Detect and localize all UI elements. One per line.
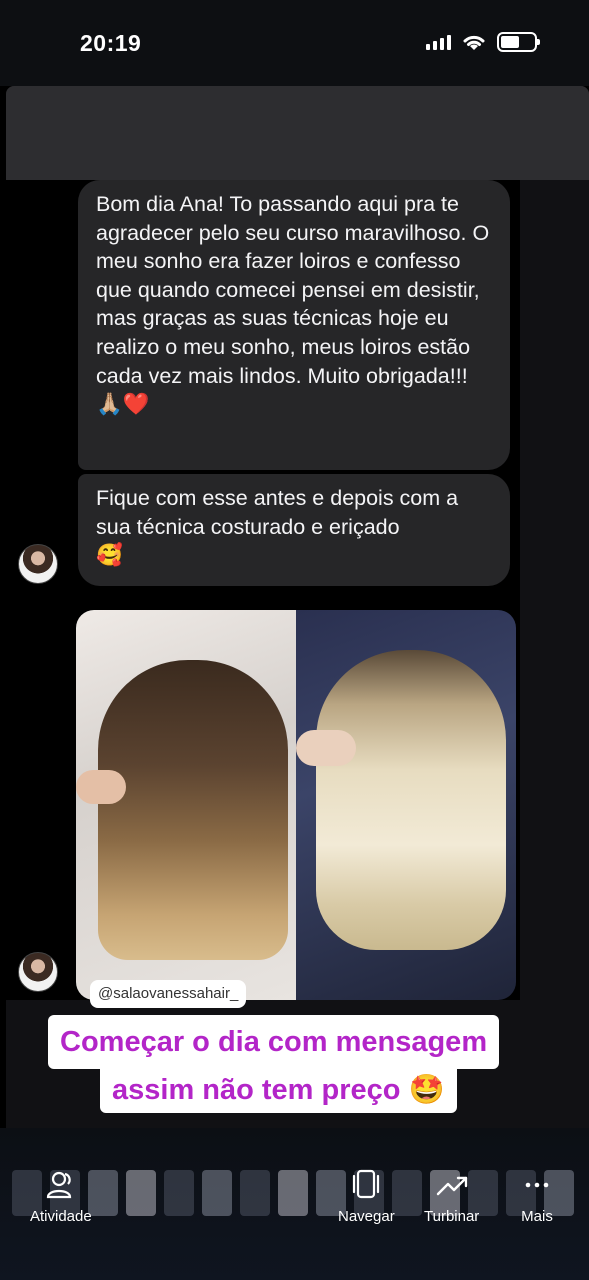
nav-mais-button[interactable]: Mais <box>520 1168 554 1225</box>
phone-frame-icon <box>353 1169 380 1199</box>
message-bubble: Fique com esse antes e depois com a sua … <box>78 474 510 586</box>
status-time: 20:19 <box>80 30 142 56</box>
nav-turbinar-button[interactable]: Turbinar <box>424 1168 479 1225</box>
story-thumbnail[interactable] <box>164 1170 194 1216</box>
status-icons <box>426 32 540 52</box>
nav-label: Navegar <box>338 1208 395 1225</box>
after-photo <box>296 610 516 1000</box>
caption-line-1: Começar o dia com mensagem <box>48 1015 500 1069</box>
avatar <box>18 952 58 992</box>
nav-label: Atividade <box>30 1208 92 1225</box>
story-thumbnail[interactable] <box>202 1170 232 1216</box>
cellular-signal-icon <box>426 34 451 50</box>
trend-up-icon <box>436 1176 467 1196</box>
story-thumbnail[interactable] <box>240 1170 270 1216</box>
nav-atividade-button[interactable]: Atividade <box>30 1168 92 1225</box>
chat-screenshot: Bom dia Ana! To passando aqui pra te agr… <box>6 180 520 1000</box>
story-frame: Bom dia Ana! To passando aqui pra te agr… <box>6 86 589 1128</box>
message-text: Bom dia Ana! To passando aqui pra te agr… <box>96 192 490 388</box>
nav-navegar-button[interactable]: Navegar <box>338 1168 395 1225</box>
people-icon <box>46 1171 71 1199</box>
battery-icon <box>497 32 540 52</box>
caption-line-2: assim não tem preço 🤩 <box>100 1065 457 1113</box>
caption-emoji: 🤩 <box>408 1072 445 1106</box>
message-text: Fique com esse antes e depois com a sua … <box>96 486 459 539</box>
story-thumbnail[interactable] <box>88 1170 118 1216</box>
message-bubble: Bom dia Ana! To passando aqui pra te agr… <box>78 180 510 470</box>
mention-sticker[interactable]: @salaovanessahair_ <box>90 980 247 1008</box>
nav-label: Mais <box>521 1208 553 1225</box>
bottom-toolbar: Atividade Navegar Turbinar Mais <box>0 1128 589 1280</box>
message-emoji: 🙏🏼❤️ <box>96 392 150 418</box>
status-bar: 20:19 <box>0 0 589 86</box>
wifi-icon <box>463 35 485 50</box>
story-thumbnail[interactable] <box>392 1170 422 1216</box>
story-thumbnail[interactable] <box>126 1170 156 1216</box>
caption-line-2-text: assim não tem preço <box>112 1074 401 1106</box>
story-top-area <box>6 86 589 180</box>
avatar <box>18 544 58 584</box>
nav-label: Turbinar <box>424 1208 480 1225</box>
before-after-photo <box>76 610 516 1000</box>
more-icon <box>525 1182 549 1188</box>
before-photo <box>76 610 296 1000</box>
message-emoji: 🥰 <box>96 543 123 569</box>
story-thumbnail[interactable] <box>278 1170 308 1216</box>
